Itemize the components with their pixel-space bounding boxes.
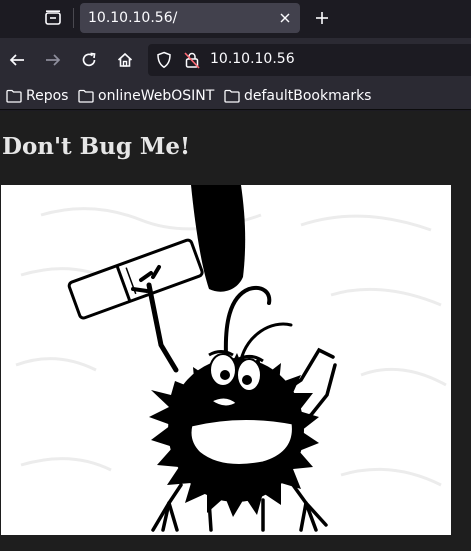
bookmarks-toolbar: Repos onlineWebOSINT defaultBookmarks [0, 82, 471, 110]
bookmark-label: onlineWebOSINT [98, 88, 215, 104]
bug-illustration [1, 185, 451, 535]
bookmark-folder-onlinewebosint[interactable]: onlineWebOSINT [78, 86, 214, 106]
url-bar[interactable]: 10.10.10.56 [148, 44, 471, 76]
tab-strip: 10.10.10.56/ [0, 0, 471, 38]
url-text: 10.10.10.56 [210, 51, 295, 67]
tab-list-button[interactable] [38, 4, 68, 32]
bookmark-label: defaultBookmarks [244, 88, 372, 104]
plus-icon [316, 12, 328, 24]
tab-separator [73, 8, 74, 28]
reload-button[interactable] [74, 45, 104, 75]
bookmark-folder-defaultbookmarks[interactable]: defaultBookmarks [224, 86, 371, 106]
folder-icon [224, 89, 240, 103]
navigation-toolbar: 10.10.10.56 [0, 38, 471, 82]
arrow-left-icon [9, 54, 24, 66]
bug-with-hammer-drawing [15, 185, 447, 532]
forward-button[interactable] [38, 45, 68, 75]
tab-list-icon [45, 10, 61, 25]
shield-icon [157, 51, 171, 69]
folder-icon [78, 89, 94, 103]
bookmark-folder-repos[interactable]: Repos [6, 86, 68, 106]
new-tab-button[interactable] [308, 4, 336, 32]
reload-icon [82, 52, 96, 67]
lock-strike-icon [184, 52, 200, 69]
arrow-right-icon [46, 54, 61, 66]
back-button[interactable] [2, 45, 32, 75]
bookmark-label: Repos [26, 88, 69, 104]
page-title: Don't Bug Me! [2, 133, 191, 160]
tab-title: 10.10.10.56/ [88, 10, 178, 26]
active-tab[interactable]: 10.10.10.56/ [80, 3, 300, 33]
tracking-protection-button[interactable] [156, 51, 172, 73]
home-icon [117, 52, 133, 67]
home-button[interactable] [110, 45, 140, 75]
close-icon [280, 13, 290, 23]
tab-close-button[interactable] [276, 9, 294, 27]
folder-icon [6, 89, 22, 103]
page-content: Don't Bug Me! [0, 111, 471, 551]
site-security-button[interactable] [184, 51, 200, 73]
